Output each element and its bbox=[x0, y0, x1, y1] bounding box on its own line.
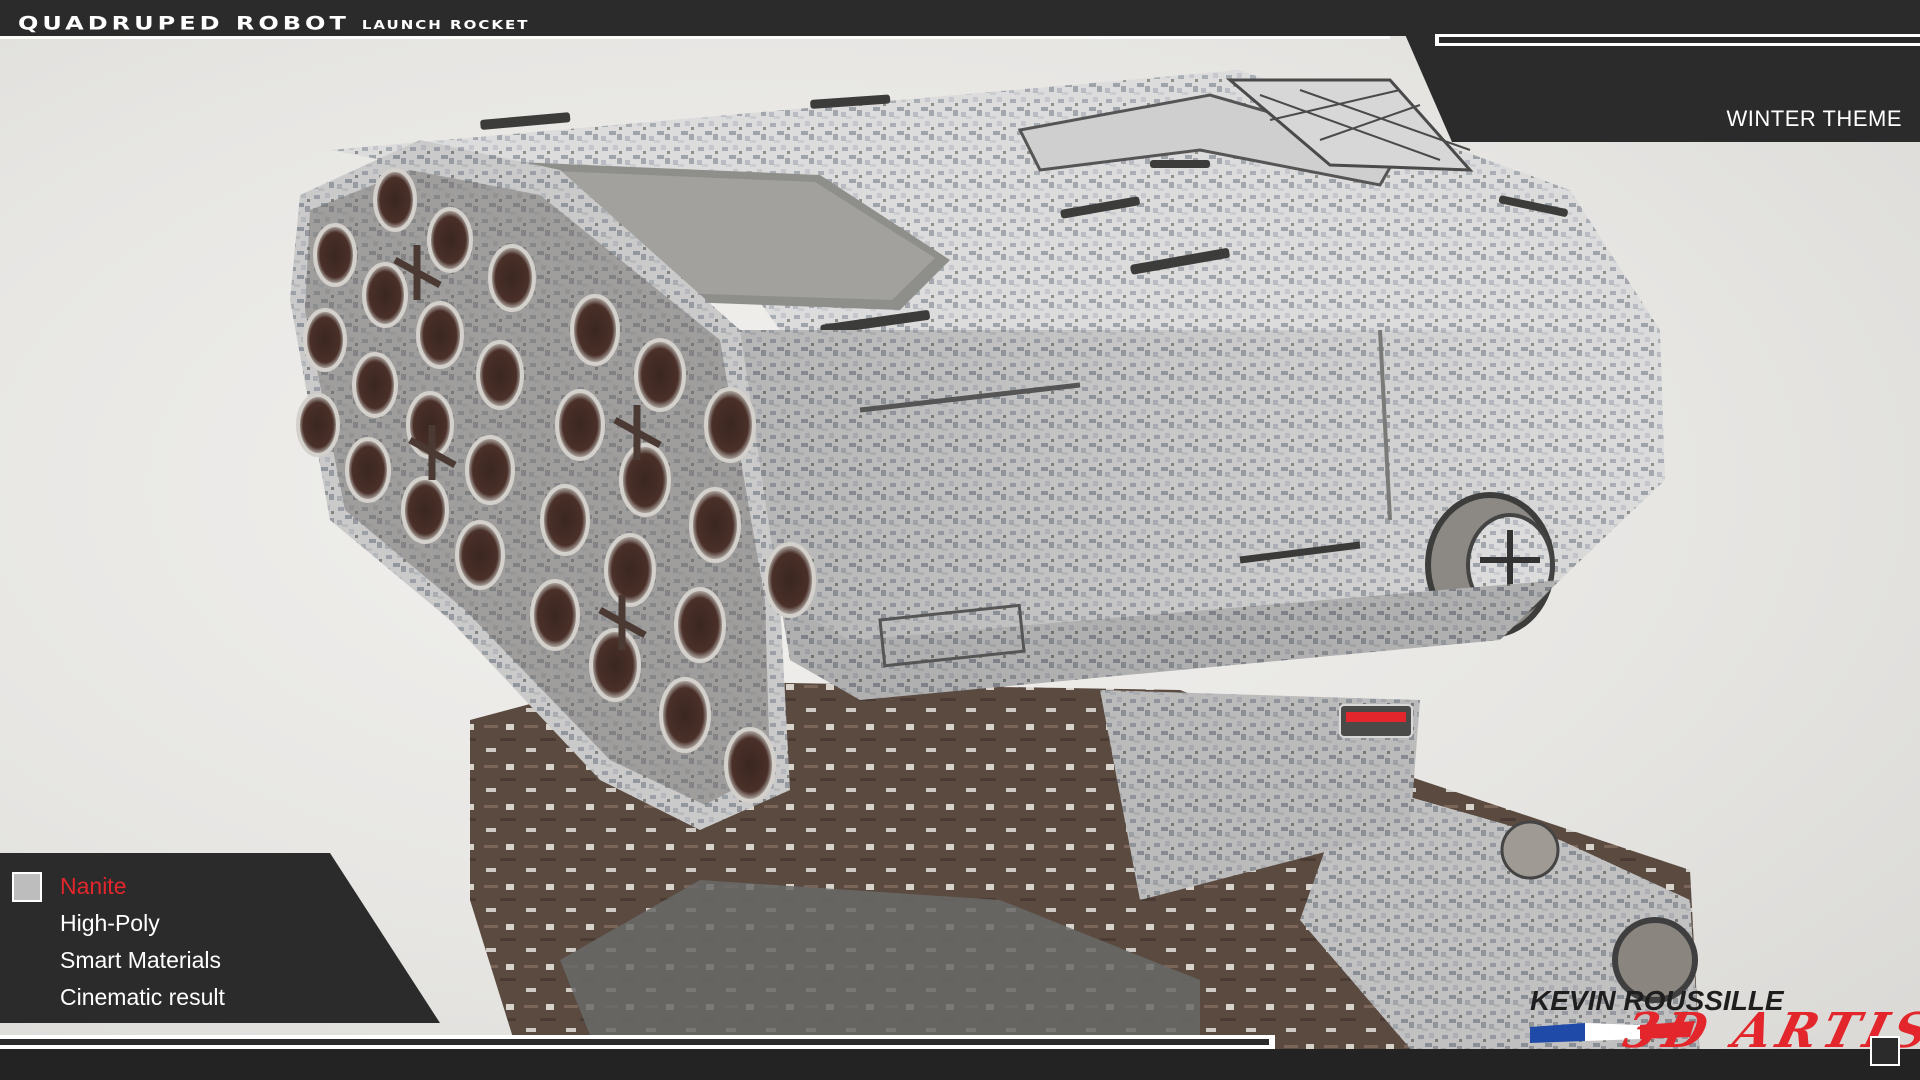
artist-signature-logo: KEVIN ROUSSILLE 3D ARTIST bbox=[1530, 985, 1920, 1065]
corner-checkbox-icon[interactable] bbox=[1870, 1036, 1900, 1066]
feature-item-smart-materials[interactable]: Smart Materials bbox=[12, 942, 342, 979]
feature-list: Nanite High-Poly Smart Materials Cinemat… bbox=[12, 868, 342, 1016]
theme-accent-inner bbox=[1439, 37, 1920, 43]
theme-label: WINTER THEME bbox=[1726, 106, 1902, 131]
feature-label: Smart Materials bbox=[60, 947, 222, 973]
title-main: QUADRUPED ROBOT bbox=[18, 12, 350, 34]
feature-label: Nanite bbox=[60, 873, 127, 899]
feature-item-cinematic-result[interactable]: Cinematic result bbox=[12, 979, 342, 1016]
page-title: QUADRUPED ROBOT LAUNCH ROCKET bbox=[18, 6, 530, 34]
feature-item-nanite[interactable]: Nanite bbox=[12, 868, 342, 905]
checkbox-icon[interactable] bbox=[12, 871, 42, 902]
bottom-divider-inner bbox=[0, 1039, 1269, 1045]
feature-item-high-poly[interactable]: High-Poly bbox=[12, 905, 342, 942]
feature-spacer bbox=[12, 983, 42, 1013]
feature-label: High-Poly bbox=[60, 910, 160, 936]
feature-spacer bbox=[12, 909, 42, 939]
title-subtitle: LAUNCH ROCKET bbox=[361, 17, 530, 32]
feature-label: Cinematic result bbox=[60, 984, 225, 1010]
render-viewport: QUADRUPED ROBOT LAUNCH ROCKET WINTER THE… bbox=[0, 0, 1920, 1080]
feature-spacer bbox=[12, 946, 42, 976]
top-divider bbox=[0, 36, 1390, 39]
